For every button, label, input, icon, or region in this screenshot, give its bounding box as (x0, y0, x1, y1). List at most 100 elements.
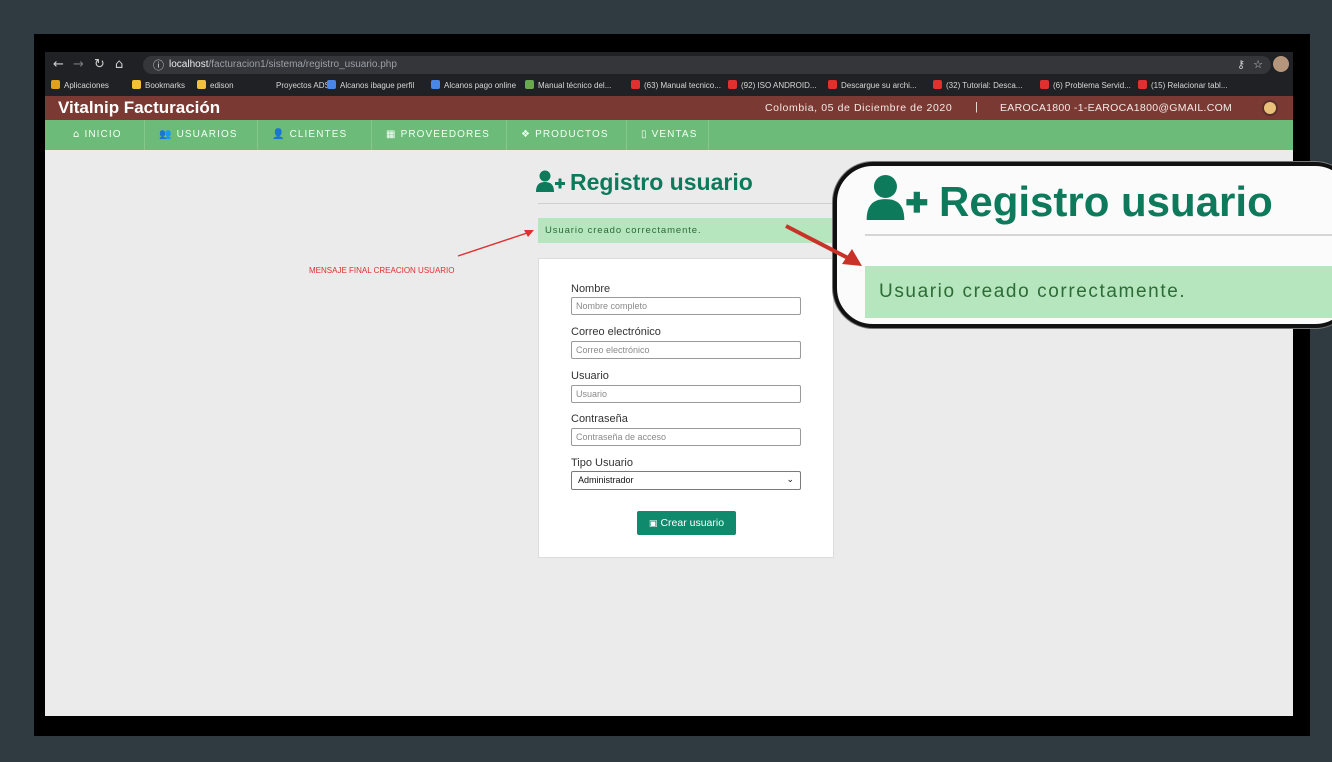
nav-item-ventas[interactable]: ▯ VENTAS (627, 120, 709, 150)
nav-item-label: PROVEEDORES (400, 129, 490, 140)
bookmark-label: (6) Problema Servid... (1053, 81, 1131, 90)
cubes-icon: ❖ (521, 129, 532, 140)
bookmark-icon (263, 80, 272, 89)
reload-icon[interactable]: ↻ (94, 57, 105, 73)
bookmark-item[interactable]: (92) ISO ANDROID... (728, 80, 817, 90)
correo-label: Correo electrónico (571, 326, 661, 338)
url-host: localhost (169, 59, 209, 70)
bookmark-label: Proyectos ADSI (276, 81, 333, 90)
users-icon: 👥 (159, 129, 173, 140)
bookmark-item[interactable]: Alcanos pago online (431, 80, 516, 90)
user-plus-icon (536, 170, 566, 198)
bookmark-item[interactable]: Manual técnico del... (525, 80, 611, 90)
title-divider (538, 203, 834, 204)
profile-avatar-icon[interactable] (1273, 56, 1289, 72)
bookmark-icon (728, 80, 737, 89)
bookmark-item[interactable]: (6) Problema Servid... (1040, 80, 1131, 90)
bookmark-item[interactable]: Bookmarks (132, 80, 185, 90)
info-icon[interactable]: ⓘ (153, 57, 164, 73)
file-icon: ▯ (641, 129, 648, 140)
url-text: localhost/facturacion1/sistema/registro_… (169, 59, 397, 70)
bookmark-label: (32) Tutorial: Desca... (946, 81, 1023, 90)
magnified-alert: Usuario creado correctamente. (865, 266, 1332, 318)
header-separator: | (975, 101, 978, 113)
user-avatar-icon[interactable] (1262, 100, 1278, 116)
correo-input[interactable] (571, 341, 801, 359)
bookmark-label: Descargue su archi... (841, 81, 917, 90)
home-icon: ⌂ (73, 129, 81, 140)
nav-item-label: USUARIOS (176, 129, 238, 140)
bookmark-item[interactable]: (32) Tutorial: Desca... (933, 80, 1022, 90)
key-icon[interactable]: ⚷ (1237, 58, 1245, 71)
bookmark-label: edison (210, 81, 234, 90)
bookmark-item[interactable]: Proyectos ADSI (263, 80, 332, 90)
bookmark-icon (132, 80, 141, 89)
home-chrome-icon[interactable]: ⌂ (115, 57, 123, 73)
annotation-text: MENSAJE FINAL CREACION USUARIO (309, 266, 455, 275)
bookmark-icon (197, 80, 206, 89)
bookmark-item[interactable]: Descargue su archi... (828, 80, 917, 90)
nav-item-label: INICIO (84, 129, 122, 140)
page-title: Registro usuario (536, 169, 753, 198)
tipo-usuario-label: Tipo Usuario (571, 457, 633, 469)
forward-arrow-icon[interactable]: → (73, 57, 84, 73)
save-icon: ▣ (648, 519, 658, 529)
bookmark-icon (431, 80, 440, 89)
nav-item-label: VENTAS (651, 129, 698, 140)
contrasena-label: Contraseña (571, 413, 628, 425)
crear-usuario-label: Crear usuario (660, 517, 725, 529)
address-bar[interactable]: ⓘ localhost/facturacion1/sistema/registr… (143, 56, 1271, 74)
bookmark-item[interactable]: Aplicaciones (51, 80, 109, 90)
magnified-title-text: Registro usuario (939, 178, 1273, 225)
bookmark-icon (828, 80, 837, 89)
bookmark-icon (1138, 80, 1147, 89)
bookmarks-bar: Aplicaciones Bookmarks edison Proyectos ADS… (45, 77, 1293, 95)
usuario-label: Usuario (571, 370, 609, 382)
browser-window: ← → ↻ ⌂ ⓘ localhost/facturacion1/sistema… (45, 52, 1293, 716)
crear-usuario-button[interactable]: ▣ Crear usuario (637, 511, 736, 535)
bookmark-icon (1040, 80, 1049, 89)
magnified-callout: Registro usuario Usuario creado correcta… (833, 162, 1332, 328)
brand-title: Vitalnip Facturación (58, 98, 221, 117)
back-arrow-icon[interactable]: ← (53, 57, 64, 73)
bookmark-item[interactable]: (15) Relacionar tabl... (1138, 80, 1227, 90)
address-row: ← → ↻ ⌂ ⓘ localhost/facturacion1/sistema… (45, 54, 1293, 76)
bookmark-label: Alcanos pago online (444, 81, 517, 90)
bookmark-label: (92) ISO ANDROID... (741, 81, 817, 90)
nav-item-clientes[interactable]: 👤 CLIENTES (258, 120, 372, 150)
success-alert: Usuario creado correctamente. (538, 218, 834, 243)
nav-item-inicio[interactable]: ⌂ INICIO (59, 120, 145, 150)
tipo-usuario-select[interactable]: Administrador ⌄ (571, 471, 801, 490)
bookmark-icon (631, 80, 640, 89)
page-title-text: Registro usuario (570, 169, 753, 195)
magnified-user-plus-icon (865, 174, 931, 230)
bookmark-icon (327, 80, 336, 89)
nav-item-productos[interactable]: ❖ PRODUCTOS (507, 120, 627, 150)
app-header: Vitalnip Facturación Colombia, 05 de Dic… (45, 96, 1293, 120)
bookmark-item[interactable]: Alcanos ibague perfil (327, 80, 414, 90)
bookmark-icon (525, 80, 534, 89)
usuario-input[interactable] (571, 385, 801, 403)
magnified-title: Registro usuario (865, 174, 1273, 230)
nav-item-label: CLIENTES (289, 129, 348, 140)
bookmark-label: Aplicaciones (64, 81, 109, 90)
bookmark-icon (51, 80, 60, 89)
bookmark-item[interactable]: (63) Manual tecnico... (631, 80, 721, 90)
bookmark-label: (15) Relacionar tabl... (1151, 81, 1228, 90)
star-icon[interactable]: ☆ (1253, 58, 1263, 71)
nav-item-usuarios[interactable]: 👥 USUARIOS (145, 120, 258, 150)
bookmark-icon (933, 80, 942, 89)
nav-item-label: PRODUCTOS (535, 129, 609, 140)
bookmark-label: Manual técnico del... (538, 81, 612, 90)
url-path: /facturacion1/sistema/registro_usuario.p… (208, 59, 397, 70)
bookmark-label: (63) Manual tecnico... (644, 81, 721, 90)
user-info: EAROCA1800 -1-EAROCA1800@GMAIL.COM (1000, 102, 1233, 114)
nav-item-proveedores[interactable]: ▦ PROVEEDORES (372, 120, 507, 150)
building-icon: ▦ (386, 129, 397, 140)
bookmark-label: Alcanos ibague perfil (340, 81, 415, 90)
contrasena-input[interactable] (571, 428, 801, 446)
bookmark-item[interactable]: edison (197, 80, 234, 90)
nombre-input[interactable] (571, 297, 801, 315)
magnified-divider (865, 234, 1332, 236)
location-date: Colombia, 05 de Diciembre de 2020 (765, 102, 953, 114)
